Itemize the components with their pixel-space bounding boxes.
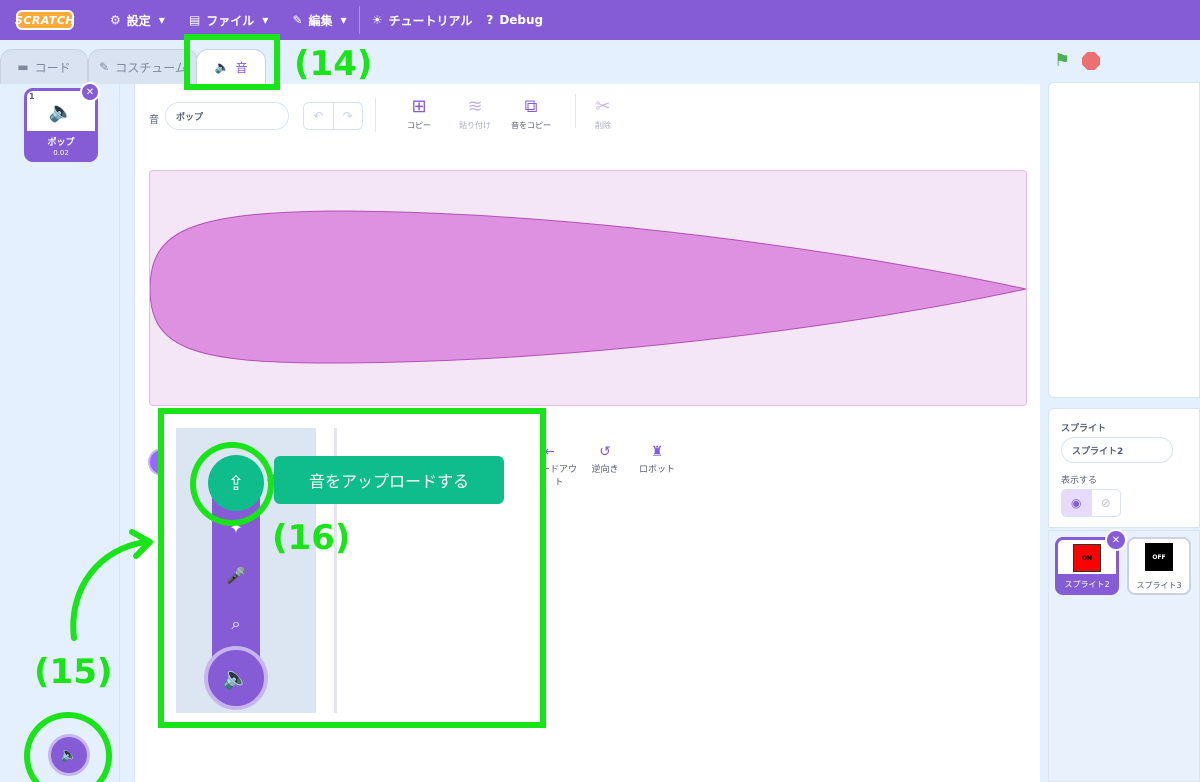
tab-sounds-label: 音 [235,60,248,75]
highlight-circle-upload [190,442,274,526]
delete-button[interactable]: ✂ 削除 [575,96,631,131]
trash-icon: ✕ [85,86,95,98]
annotation-16: (16) [272,518,351,558]
debug-button[interactable]: ? Debug [484,0,555,40]
scissors-icon: ✂ [595,96,611,117]
sprite-list: ON スプライト2 ✕ OFF スプライト3 [1048,529,1200,782]
trash-icon: ✕ [1111,534,1121,546]
tutorials-label: チュートリアル [388,13,473,28]
settings-label: 設定 [126,13,151,28]
eye-off-icon: ⊘ [1100,496,1111,510]
copy-to-new-icon: ⧉ [524,96,538,117]
tutorials-button[interactable]: ☀ チュートリアル [360,0,485,40]
reverse-icon: ↺ [599,444,611,460]
show-button[interactable]: ◉ [1062,490,1092,516]
reverse-button[interactable]: ↺ 逆向き [575,444,635,475]
tab-costumes[interactable]: ✎ コスチューム [88,49,198,84]
debug-label: Debug [499,13,544,27]
chevron-down-icon: ▼ [340,15,347,25]
waveform-display[interactable] [149,170,1027,406]
annotation-15: (15) [34,652,113,692]
gutter [120,84,134,782]
settings-menu[interactable]: ⚙ 設定 ▼ [98,0,177,40]
file-icon: ▤ [188,13,201,27]
robot-label: ロボット [638,465,675,475]
code-icon: ▬ [17,60,29,74]
undo-redo-group: ↶ ↷ [303,102,363,130]
speaker-icon: 🔈 [214,60,230,74]
eye-icon: ◉ [1071,496,1082,510]
tab-sounds[interactable]: 🔈 音 [196,49,266,84]
green-flag-icon[interactable]: ⚑ [1054,50,1070,71]
undo-button[interactable]: ↶ [304,103,334,129]
sprite-info-panel: スプライト スプライト2 表示する ◉ ⊘ [1048,408,1200,528]
annotation-14: (14) [294,44,373,84]
sound-name-label: 音 [149,115,159,126]
copy-label: コピー [407,121,431,130]
hide-button[interactable]: ⊘ [1092,490,1121,516]
copy-to-new-button[interactable]: ⧉ 音をコピー [503,96,559,131]
sprite-name: スプライト3 [1136,581,1182,590]
copy-to-new-label: 音をコピー [511,121,551,130]
paste-icon: ≋ [467,96,483,117]
reverse-label: 逆向き [591,465,619,475]
sprite-name: スプライト2 [1064,580,1110,589]
tab-code[interactable]: ▬ コード [0,49,88,84]
sound-name-input[interactable]: ポップ [165,102,289,130]
delete-sprite-button[interactable]: ✕ [1105,529,1127,551]
lightbulb-icon: ☀ [371,13,383,27]
sound-name: ポップ [47,138,75,148]
paste-button[interactable]: ≋ 貼り付け [447,96,503,131]
right-pane: ⚑ スプライト スプライト2 表示する ◉ ⊘ ON スプライト2 ✕ OFF … [1040,40,1200,782]
delete-label: 削除 [595,121,611,130]
visibility-toggle: ◉ ⊘ [1061,489,1121,517]
sprite-thumbnail: OFF [1145,543,1173,571]
brush-icon: ✎ [99,60,110,74]
tab-code-label: コード [34,60,71,75]
show-label: 表示する [1061,476,1098,486]
sound-index: 1 [29,92,35,101]
stop-icon[interactable] [1082,52,1100,70]
file-label: ファイル [206,13,255,28]
chevron-down-icon: ▼ [262,15,269,25]
paste-label: 貼り付け [459,121,491,130]
edit-menu[interactable]: ✎ 編集 ▼ [280,0,358,40]
undo-icon: ↶ [313,109,324,123]
gear-icon: ⚙ [110,13,121,27]
redo-button[interactable]: ↷ [334,103,363,129]
sprite-name-input[interactable]: スプライト2 [1061,437,1173,463]
sprite-label: スプライト [1061,424,1107,434]
editor-tabs: ▬ コード ✎ コスチューム 🔈 音 [0,40,1040,84]
delete-sound-button[interactable]: ✕ [80,82,100,102]
copy-icon: ⊞ [411,96,427,117]
chevron-down-icon: ▼ [158,15,165,25]
scratch-logo[interactable]: SCRATCH [15,10,75,30]
copy-button[interactable]: ⊞ コピー [391,96,447,131]
annotation-arrow [70,529,153,641]
stage[interactable] [1048,82,1200,398]
redo-icon: ↷ [342,109,353,123]
waveform [150,210,1026,364]
pencil-icon: ✎ [292,13,303,27]
debug-icon: ? [486,13,494,27]
speaker-icon: 🔈 [48,99,74,123]
sprite-tile[interactable]: OFF スプライト3 [1127,537,1191,595]
tab-costumes-label: コスチューム [115,60,187,75]
menu-bar: SCRATCH ⚙ 設定 ▼ ▤ ファイル ▼ ✎ 編集 ▼ ☀ チュートリアル… [0,0,1200,40]
robot-icon: ♜ [650,444,664,460]
sprite-thumbnail: ON [1073,544,1101,572]
toolbar-divider [375,98,376,132]
sound-duration: 0.02 [53,149,69,157]
edit-label: 編集 [308,13,333,28]
robot-button[interactable]: ♜ ロボット [627,444,687,475]
